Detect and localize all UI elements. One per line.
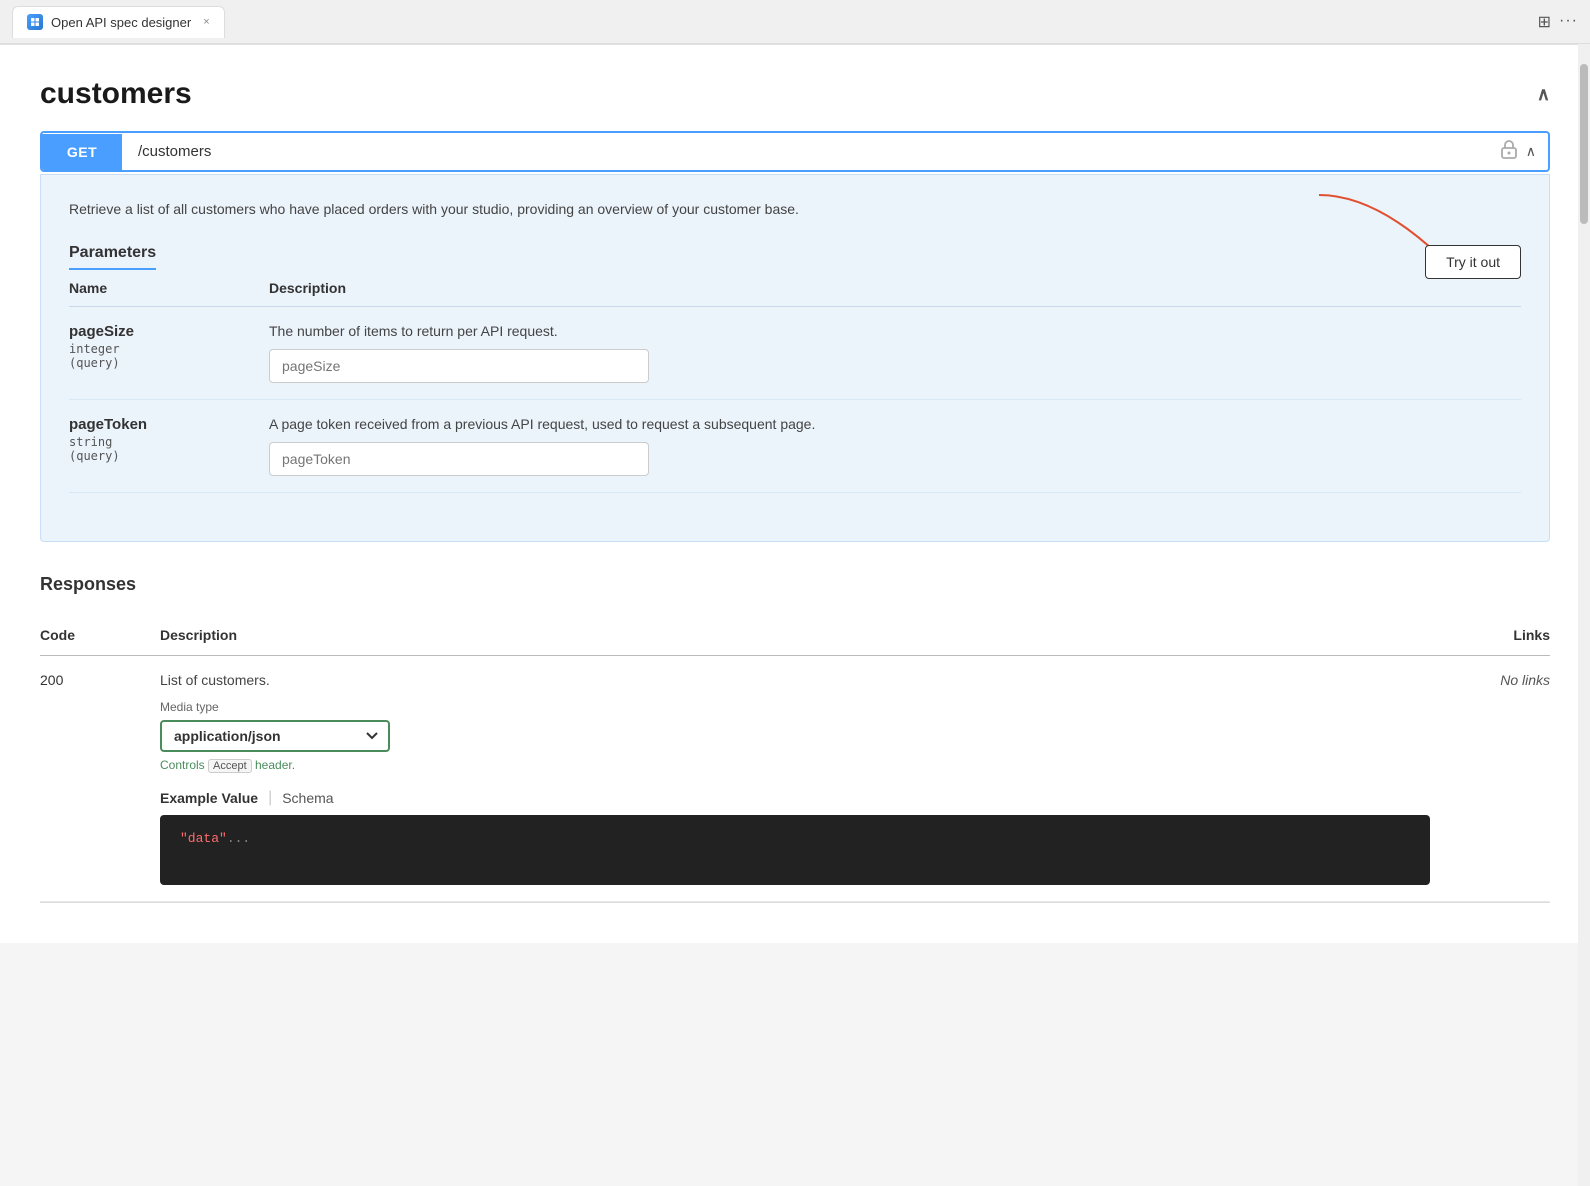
col-name-header: Name [69,280,269,296]
scrollbar-thumb[interactable] [1580,64,1588,224]
params-table-header: Name Description [69,270,1521,307]
example-value-tab[interactable]: Example Value [160,790,258,806]
endpoint-description: Retrieve a list of all customers who hav… [69,199,1521,220]
responses-section: Responses Code Description Links 200 Lis… [40,574,1550,903]
param-row-pagetoken: pageToken string(query) A page token rec… [69,400,1521,493]
try-it-out-button[interactable]: Try it out [1425,245,1521,279]
param-input-pagetoken[interactable] [269,442,649,476]
param-desc-pagetoken: A page token received from a previous AP… [269,416,1521,432]
tab-title: Open API spec designer [51,15,191,30]
active-tab[interactable]: Open API spec designer × [12,6,225,38]
schema-tab[interactable]: Schema [282,790,333,806]
endpoint-actions: ∧ [1488,139,1548,164]
param-name-col-pagetoken: pageToken string(query) [69,416,269,463]
params-table: Name Description pageSize integer(query)… [69,270,1521,493]
endpoint-path: /customers [122,133,1488,170]
method-badge: GET [42,134,122,170]
accept-badge: Accept [208,759,252,773]
browser-chrome: Open API spec designer × ⊞ ··· [0,0,1590,44]
responses-title: Responses [40,574,1550,595]
tab-close-button[interactable]: × [203,16,209,28]
response-code-200: 200 [40,672,160,688]
response-desc-col-200: List of customers. Media type applicatio… [160,672,1430,885]
endpoint-content: Retrieve a list of all customers who hav… [40,174,1550,542]
tab-divider: | [268,789,272,807]
media-type-label: Media type [160,700,1430,714]
browser-actions: ⊞ ··· [1538,12,1578,32]
param-type-pagetoken: string(query) [69,435,269,463]
param-desc-col-pagetoken: A page token received from a previous AP… [269,416,1521,476]
param-desc-pagesize: The number of items to return per API re… [269,323,1521,339]
media-type-select[interactable]: application/json [160,720,390,752]
tab-bar: Open API spec designer × [12,6,1530,38]
responses-table: Code Description Links 200 List of custo… [40,615,1550,903]
param-name-pagesize: pageSize [69,323,269,340]
code-block: "data"... [160,815,1430,885]
responses-table-header: Code Description Links [40,615,1550,656]
response-desc-text-200: List of customers. [160,672,1430,688]
col-rdesc-header: Description [160,627,1430,643]
scrollbar-track [1578,44,1590,1186]
response-row-200: 200 List of customers. Media type applic… [40,656,1550,902]
endpoint-collapse-button[interactable]: ∧ [1526,143,1536,160]
controls-text: Controls Accept header. [160,758,1430,773]
col-code-header: Code [40,627,160,643]
response-links-200: No links [1430,672,1550,688]
col-links-header: Links [1430,627,1550,643]
grid-icon[interactable]: ⊞ [1538,12,1551,32]
param-name-pagetoken: pageToken [69,416,269,433]
param-desc-col-pagesize: The number of items to return per API re… [269,323,1521,383]
param-input-pagesize[interactable] [269,349,649,383]
col-desc-header: Description [269,280,1521,296]
param-name-col-pagesize: pageSize integer(query) [69,323,269,370]
tab-icon [27,14,43,30]
collapse-button[interactable]: ∧ [1537,84,1550,105]
example-tabs: Example Value | Schema [160,789,1430,807]
parameters-label: Parameters [69,244,156,270]
param-type-pagesize: integer(query) [69,342,269,370]
more-icon[interactable]: ··· [1559,12,1578,32]
endpoint-bar: GET /customers ∧ [40,131,1550,172]
customers-title: customers [40,77,192,111]
customers-section-title: customers ∧ [40,77,1550,111]
code-key: "data" [180,831,227,846]
page-body: customers ∧ GET /customers ∧ Retrieve a … [0,45,1590,943]
param-row-pagesize: pageSize integer(query) The number of it… [69,307,1521,400]
lock-icon [1500,139,1518,164]
parameters-section: Parameters Name Description pageSize int… [69,244,1521,493]
